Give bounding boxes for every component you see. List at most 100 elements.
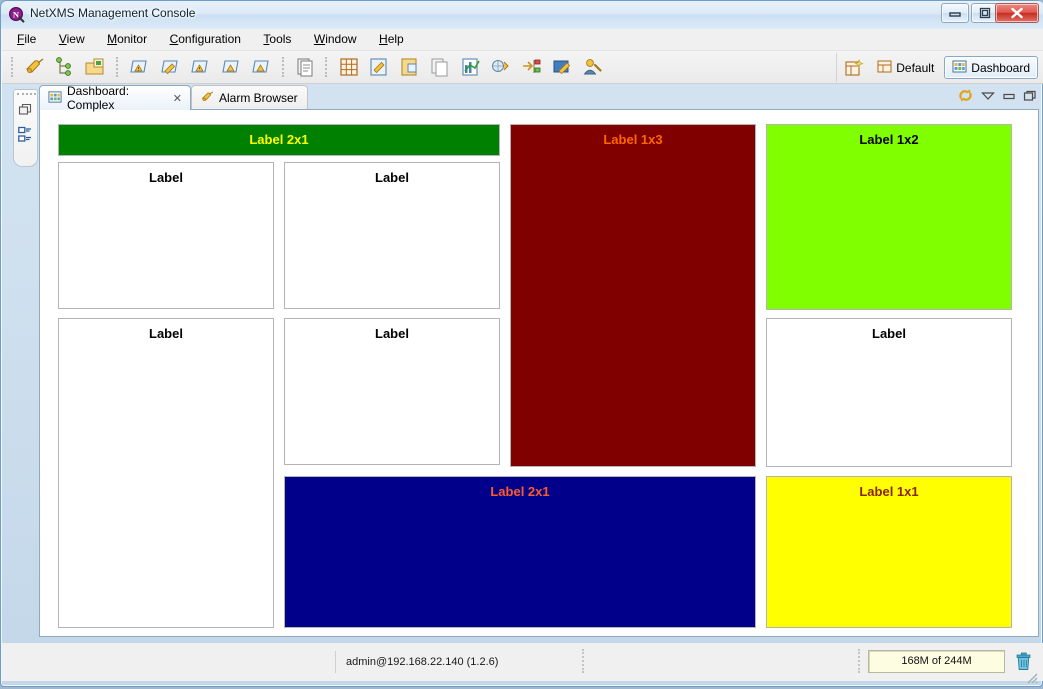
default-perspective-icon	[877, 59, 892, 77]
dashboard-element[interactable]: Label	[284, 162, 500, 309]
editor-area: Label 2x1 Label Label Label 1x3 Label 1x2 Lab…	[39, 109, 1039, 637]
trash-icon[interactable]	[1015, 651, 1033, 672]
resize-grip[interactable]	[1024, 670, 1038, 684]
fast-view-grip[interactable]	[17, 93, 36, 97]
dashboard-element-label: Label 2x1	[249, 132, 309, 147]
dashboard-element[interactable]: Label 1x1	[766, 476, 1012, 628]
edit-note-icon[interactable]	[368, 56, 390, 78]
menu-view-rest: iew	[66, 32, 85, 46]
main-toolbar: Default Dashboard	[2, 51, 1043, 84]
alarm-filter-icon[interactable]	[250, 56, 272, 78]
alarm-bell-icon	[200, 90, 214, 107]
refresh-icon[interactable]	[957, 87, 974, 109]
grid-icon[interactable]	[338, 56, 360, 78]
dashboard-element[interactable]: Label	[58, 318, 274, 628]
status-divider	[335, 651, 336, 673]
chart-log-icon[interactable]	[460, 56, 482, 78]
status-separator	[582, 649, 584, 673]
dashboard-element-label: Label 1x1	[859, 484, 919, 499]
perspective-button-default[interactable]: Default	[869, 56, 942, 79]
menu-item-monitor[interactable]: Monitor	[98, 29, 156, 48]
menu-monitor-rest: onitor	[117, 32, 148, 46]
menu-item-view[interactable]: View	[50, 29, 94, 48]
object-browser-icon[interactable]	[84, 56, 106, 78]
perspective-label-default: Default	[896, 60, 935, 75]
import-config-icon[interactable]	[521, 56, 543, 78]
title-bar[interactable]: N NetXMS Management Console	[1, 1, 1043, 29]
menu-help-rest: elp	[387, 32, 404, 46]
dashboard-icon	[48, 90, 62, 107]
maximize-view-icon[interactable]	[1023, 89, 1037, 107]
dashboard-perspective-icon	[952, 59, 967, 77]
tab-alarm-browser[interactable]: Alarm Browser	[191, 85, 308, 110]
netxms-logo-icon: N	[8, 6, 25, 23]
toolbar-separator	[325, 57, 328, 77]
alarm-warning-icon[interactable]	[189, 56, 211, 78]
menu-window-rest: indow	[325, 32, 357, 46]
status-separator	[858, 649, 860, 673]
dashboard-element[interactable]: Label 2x1	[58, 124, 500, 156]
menu-bar: File View Monitor Configuration Tools Wi…	[2, 29, 1043, 51]
view-menu-chevron-icon[interactable]	[981, 89, 995, 107]
dashboard-element[interactable]: Label 1x2	[766, 124, 1012, 310]
editor-tab-row: Dashboard: Complex ✕ Alarm Browser	[39, 84, 1039, 112]
user-manager-icon[interactable]	[582, 56, 604, 78]
menu-item-window[interactable]: Window	[305, 29, 366, 48]
heap-status-indicator[interactable]: 168M of 244M	[868, 650, 1005, 673]
alarm-edit-icon[interactable]	[159, 56, 181, 78]
tab-label-dashboard-complex: Dashboard: Complex	[67, 84, 130, 112]
alarm-view-icon[interactable]	[128, 56, 150, 78]
status-user-label: admin@192.168.22.140 (1.2.6)	[346, 656, 499, 668]
minimize-button[interactable]	[941, 3, 969, 23]
alarm-bell-icon[interactable]	[23, 56, 45, 78]
close-icon[interactable]: ✕	[173, 92, 182, 105]
dashboard-element-label: Label	[375, 326, 409, 341]
alarm-log-icon[interactable]	[220, 56, 242, 78]
dashboard-element-label: Label	[149, 170, 183, 185]
tab-label-alarm-browser: Alarm Browser	[219, 91, 298, 105]
dashboard-element[interactable]: Label	[766, 318, 1012, 467]
close-button[interactable]	[995, 3, 1039, 23]
dashboard-element-label: Label 1x3	[603, 132, 663, 147]
status-bar: admin@192.168.22.140 (1.2.6) 168M of 244…	[2, 643, 1043, 681]
perspective-switcher: Default Dashboard	[836, 53, 1039, 82]
perspective-button-dashboard[interactable]: Dashboard	[944, 56, 1038, 79]
package-icon[interactable]	[399, 56, 421, 78]
tab-dashboard-complex[interactable]: Dashboard: Complex ✕	[39, 84, 191, 112]
dashboard-element-label: Label 2x1	[490, 484, 550, 499]
perspective-label-dashboard: Dashboard	[971, 60, 1030, 75]
menu-tools-rest: ools	[269, 32, 292, 46]
heap-status-label: 168M of 244M	[901, 655, 972, 667]
restore-view-icon[interactable]	[18, 102, 34, 123]
menu-configuration-rest: onfiguration	[178, 32, 241, 46]
menu-item-tools[interactable]: Tools	[254, 29, 300, 48]
window-title: NetXMS Management Console	[30, 6, 196, 20]
toolbar-separator	[281, 57, 285, 77]
toolbar-separator	[115, 57, 119, 77]
dashboard-element-label: Label	[872, 326, 906, 341]
copy-icon[interactable]	[429, 56, 451, 78]
menu-file-rest: ile	[24, 32, 37, 46]
network-discovery-icon[interactable]	[490, 56, 512, 78]
dashboard-element[interactable]: Label 1x3	[510, 124, 756, 467]
toolbar-separator	[11, 57, 14, 77]
menu-item-configuration[interactable]: Configuration	[161, 29, 250, 48]
menu-item-help[interactable]: Help	[370, 29, 413, 48]
minimize-view-icon[interactable]	[1002, 89, 1016, 107]
dashboard-element[interactable]: Label	[284, 318, 500, 465]
dashboard-element-label: Label 1x2	[859, 132, 919, 147]
dashboard-element[interactable]: Label	[58, 162, 274, 309]
dashboard-element[interactable]: Label 2x1	[284, 476, 756, 628]
object-tree-icon[interactable]	[18, 126, 34, 149]
node-tree-icon[interactable]	[54, 56, 76, 78]
new-perspective-icon[interactable]	[843, 57, 865, 79]
application-window: N NetXMS Management Console File View Mo…	[0, 0, 1043, 687]
view-toolbar	[957, 87, 1037, 109]
menu-item-file[interactable]: File	[8, 29, 45, 48]
event-log-icon[interactable]	[294, 56, 316, 78]
dashboard-element-label: Label	[375, 170, 409, 185]
screen-edit-icon[interactable]	[551, 56, 573, 78]
dashboard-canvas[interactable]: Label 2x1 Label Label Label 1x3 Label 1x2 Lab…	[40, 110, 1038, 636]
dashboard-element-label: Label	[149, 326, 183, 341]
fast-view-bar	[13, 89, 38, 167]
